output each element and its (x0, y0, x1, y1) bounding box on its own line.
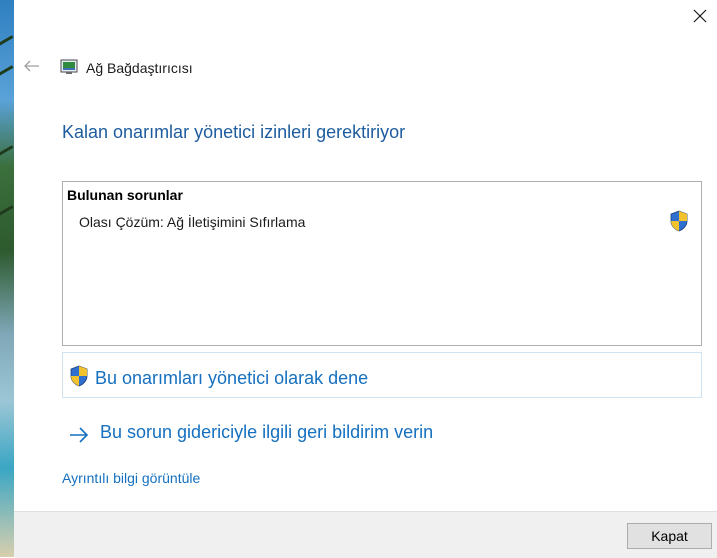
palm-frond (0, 145, 14, 158)
feedback-label: Bu sorun gidericiyle ilgili geri bildiri… (100, 422, 434, 442)
network-adapter-icon (60, 59, 78, 74)
close-icon (693, 9, 707, 23)
back-button[interactable] (24, 58, 40, 74)
run-as-admin-link[interactable]: Bu onarımları yönetici olarak dene (62, 352, 702, 398)
troubleshooter-window: Ağ Bağdaştırıcısı Kalan onarımlar yöneti… (14, 0, 717, 558)
palm-frond (0, 205, 14, 218)
view-details-link[interactable]: Ayrıntılı bilgi görüntüle (62, 470, 200, 486)
issues-found-box: Bulunan sorunlar Olası Çözüm: Ağ İletişi… (62, 181, 702, 346)
close-button[interactable]: Kapat (627, 523, 712, 549)
run-as-admin-label: Bu onarımları yönetici olarak dene (95, 368, 369, 388)
arrow-right-icon (70, 427, 89, 443)
app-title: Ağ Bağdaştırıcısı (86, 60, 193, 76)
title-bar[interactable] (14, 0, 717, 28)
footer-bar: Kapat (14, 511, 717, 558)
uac-shield-icon (70, 365, 88, 387)
palm-frond (0, 65, 14, 78)
header: Ağ Bağdaştırıcısı (14, 48, 717, 88)
window-close-button[interactable] (683, 0, 717, 32)
arrow-left-icon (24, 60, 39, 72)
palm-frond (0, 35, 14, 48)
issue-item-label: Olası Çözüm: Ağ İletişimini Sıfırlama (79, 214, 306, 230)
issues-heading: Bulunan sorunlar (67, 187, 183, 203)
page-heading: Kalan onarımlar yönetici izinleri gerekt… (62, 122, 406, 142)
desktop-wallpaper (0, 0, 14, 557)
uac-shield-icon (670, 210, 688, 232)
